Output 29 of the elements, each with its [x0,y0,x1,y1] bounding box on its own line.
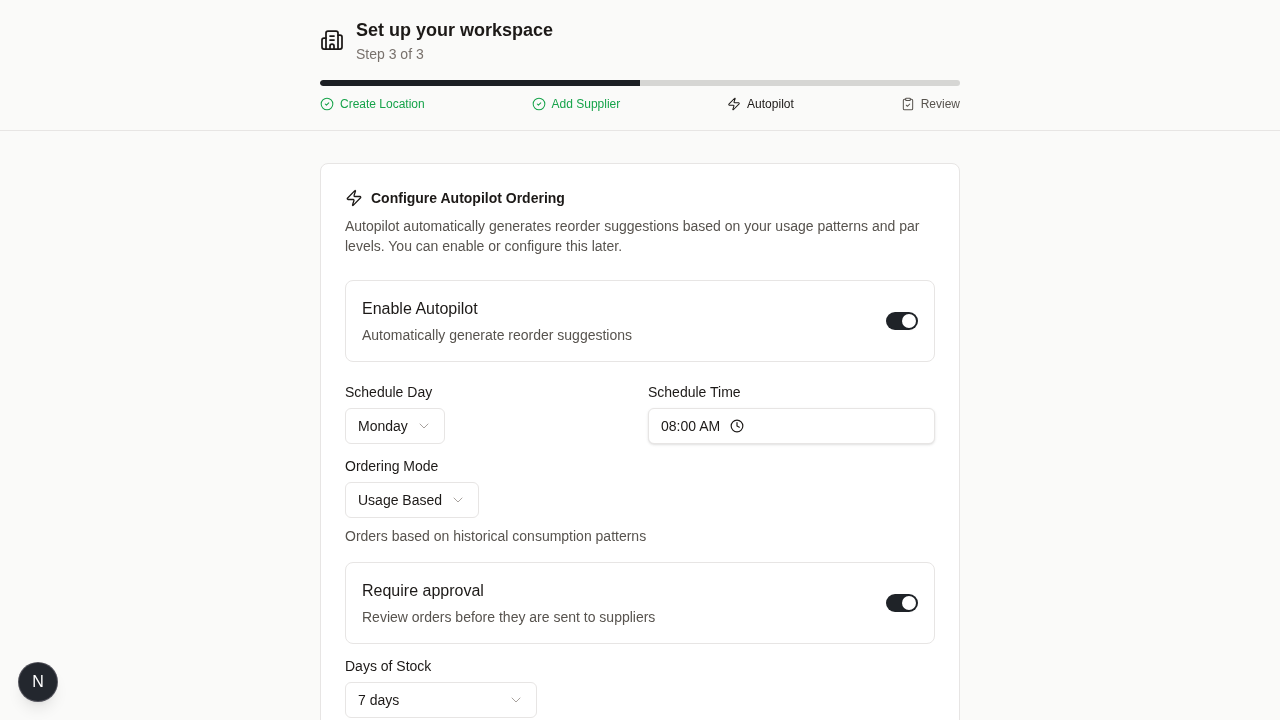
toggle-switch[interactable] [886,312,918,330]
setting-title: Enable Autopilot [362,299,478,319]
setting-description: Review orders before they are sent to suppliers [362,608,656,627]
lightning-icon [727,97,742,111]
dropdown-select[interactable]: Monday [345,408,445,444]
step-link[interactable]: Autopilot [727,94,794,114]
step-link[interactable]: Review [900,94,960,114]
circle-check-icon [320,97,334,111]
step-counter: Step 3 of 3 [356,45,424,64]
setting-description: Automatically generate reorder suggestions [362,326,633,345]
page-title: Set up your workspace [356,19,554,42]
setting-title: Require approval [362,581,484,601]
field-label: Ordering Mode [345,457,439,476]
time-input[interactable]: 08:00 AM [648,408,935,444]
circle-check-icon [531,97,546,111]
card-title: Configure Autopilot Ordering [371,189,565,208]
floating-badge-button[interactable]: N [19,663,57,701]
clipboard-check-icon [900,97,915,111]
field-label: Schedule Time [648,383,741,402]
field-hint: Orders based on historical consumption patterns [345,527,647,546]
dropdown-select[interactable]: 7 days [345,682,537,718]
field-label: Days of Stock [345,657,432,676]
lightning-icon [345,189,363,207]
clock-icon [730,419,745,433]
card-description: Autopilot automatically generates reorder suggestions based on your usage patterns and par levels. You can enable or configure this later. [345,217,921,256]
dropdown-select[interactable]: Usage Based [345,482,480,518]
toggle-switch[interactable] [886,594,918,612]
field-label: Schedule Day [345,383,433,402]
building-icon [320,28,344,52]
